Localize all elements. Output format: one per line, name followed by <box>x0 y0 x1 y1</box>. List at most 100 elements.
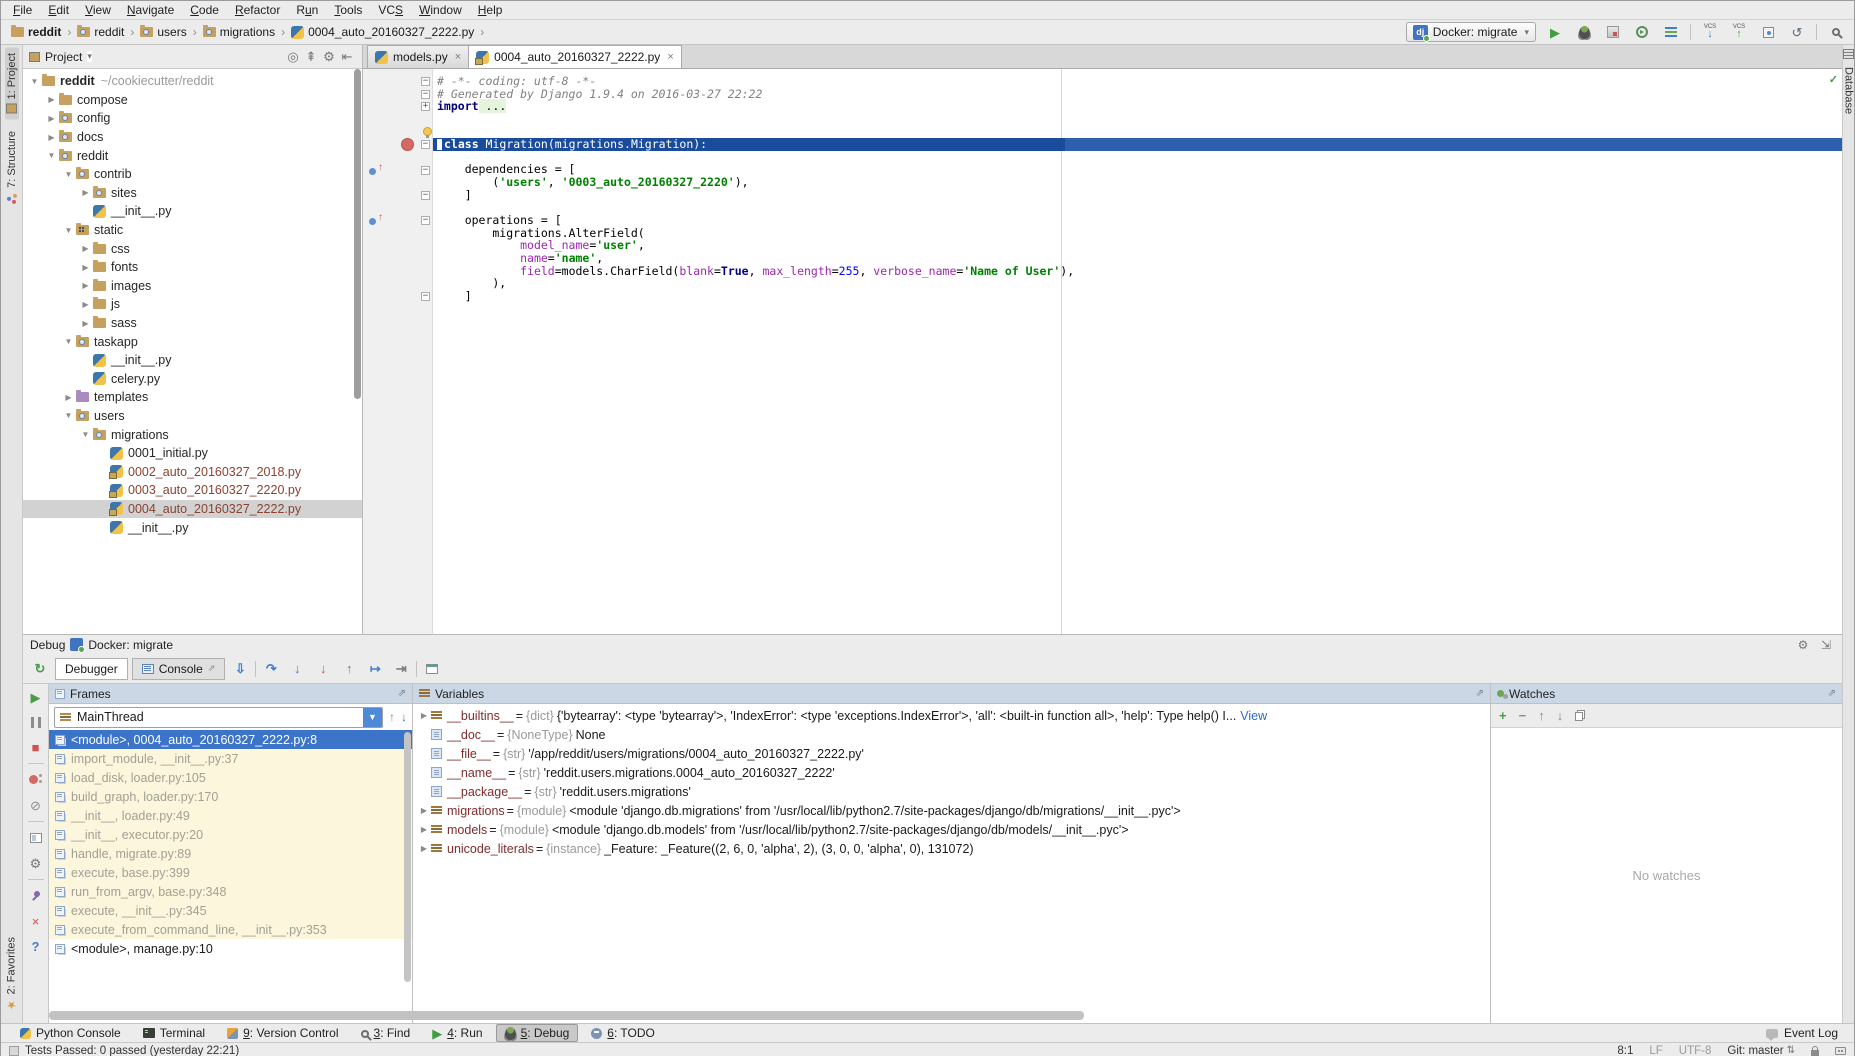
vcs-update-button[interactable]: VCS↓ <box>1700 22 1720 42</box>
menu-edit[interactable]: Edit <box>40 2 77 18</box>
fold-marker-icon[interactable]: − <box>421 140 430 149</box>
variable-row-migrations[interactable]: ▶migrations = {module}<module 'django.db… <box>413 801 1490 820</box>
chevron-down-icon[interactable]: ▼ <box>363 708 382 727</box>
pin-button[interactable] <box>26 887 46 905</box>
git-branch[interactable]: Git: master ⇅ <box>1727 1045 1795 1056</box>
tree-item-0003-auto-20160327-2220-py[interactable]: 0003_auto_20160327_2220.py <box>23 481 362 500</box>
fold-marker-icon[interactable]: − <box>421 166 430 175</box>
tree-item-fonts[interactable]: ▶fonts <box>23 258 362 277</box>
tree-item-init-py[interactable]: __init__.py <box>23 518 362 537</box>
fold-marker-icon[interactable]: − <box>421 77 430 86</box>
project-scrollbar[interactable] <box>354 69 361 399</box>
move-watch-down-button[interactable]: ↓ <box>1557 709 1564 722</box>
view-link[interactable]: View <box>1240 709 1267 723</box>
variable-row-doc[interactable]: __doc__ = {NoneType}None <box>413 725 1490 744</box>
tree-item-users[interactable]: ▼users <box>23 407 362 426</box>
tool-window-button-terminal[interactable]: Terminal <box>134 1024 214 1042</box>
tree-item-celery-py[interactable]: celery.py <box>23 370 362 389</box>
previous-frame-icon[interactable]: ↑ <box>389 710 395 724</box>
code-line[interactable]: field=models.CharField(blank=True, max_l… <box>433 265 1842 278</box>
view-breakpoints-button[interactable] <box>26 771 46 789</box>
tree-item-init-py[interactable]: __init__.py <box>23 202 362 221</box>
variable-row-unicode-literals[interactable]: ▶unicode_literals = {instance}_Feature: … <box>413 839 1490 858</box>
editor-tab-0004-auto-20160327-2222-py[interactable]: 0004_auto_20160327_2222.py× <box>468 45 682 68</box>
stripe-button-2-favorites[interactable]: ★2: Favorites <box>4 931 19 1017</box>
vcs-changes-button[interactable] <box>1758 22 1778 42</box>
float-mode-icon[interactable]: ⇗ <box>1828 688 1836 699</box>
code-line[interactable]: import ... <box>433 100 1842 113</box>
stack-frame-row[interactable]: build_graph, loader.py:170 <box>49 787 412 806</box>
stack-frame-row[interactable]: load_disk, loader.py:105 <box>49 768 412 787</box>
tool-window-button-9-version-control[interactable]: 9: Version Control <box>218 1024 347 1042</box>
tree-item-images[interactable]: ▶images <box>23 277 362 296</box>
tree-item-compose[interactable]: ▶compose <box>23 91 362 110</box>
resume-button[interactable]: ▶ <box>26 688 46 706</box>
frames-scrollbar[interactable] <box>404 732 411 982</box>
float-mode-icon[interactable]: ⇗ <box>398 688 406 699</box>
editor-tab-models-py[interactable]: models.py× <box>367 45 469 68</box>
stripe-button-7-structure[interactable]: 7: Structure <box>5 125 19 212</box>
tree-item-sass[interactable]: ▶sass <box>23 314 362 333</box>
tool-window-button-python-console[interactable]: Python Console <box>11 1024 130 1042</box>
menu-tools[interactable]: Tools <box>326 2 370 18</box>
tool-window-button-3-find[interactable]: 3: Find <box>352 1024 420 1042</box>
stripe-button-database[interactable]: Database <box>1843 49 1855 118</box>
stack-frame-row[interactable]: __init__, executor.py:20 <box>49 825 412 844</box>
hide-panel-button[interactable]: ⇤ <box>338 50 356 64</box>
breadcrumb-item-migrations[interactable]: migrations <box>201 24 277 40</box>
chevron-down-icon[interactable]: ▾ <box>87 51 92 62</box>
run-button[interactable]: ▶ <box>1545 22 1565 42</box>
stack-frame-row[interactable]: <module>, 0004_auto_20160327_2222.py:8 <box>49 730 412 749</box>
fold-marker-icon[interactable]: + <box>421 102 430 111</box>
mute-breakpoints-button[interactable]: ⊘ <box>26 796 46 814</box>
stripe-button-1-project[interactable]: 1: Project <box>5 47 19 119</box>
menu-run[interactable]: Run <box>288 2 326 18</box>
float-mode-icon[interactable]: ⇗ <box>1476 688 1484 699</box>
variable-row-file[interactable]: __file__ = {str}'/app/reddit/users/migra… <box>413 744 1490 763</box>
code-line[interactable] <box>433 113 1842 126</box>
stack-frame-row[interactable]: run_from_argv, base.py:348 <box>49 882 412 901</box>
menu-help[interactable]: Help <box>470 2 511 18</box>
step-over-button[interactable]: ↷ <box>260 658 282 680</box>
settings-button[interactable]: ⚙ <box>26 854 46 872</box>
tree-item-0004-auto-20160327-2222-py[interactable]: 0004_auto_20160327_2222.py <box>23 500 362 519</box>
event-log-button[interactable]: Event Log <box>1760 1025 1844 1041</box>
code-line[interactable]: class Migration(migrations.Migration): <box>433 138 1842 151</box>
stack-frame-row[interactable]: execute, __init__.py:345 <box>49 901 412 920</box>
tree-item-taskapp[interactable]: ▼taskapp <box>23 332 362 351</box>
help-button[interactable]: ? <box>26 937 46 955</box>
tree-item-contrib[interactable]: ▼contrib <box>23 165 362 184</box>
test-status-icon[interactable] <box>9 1046 19 1056</box>
tree-item-migrations[interactable]: ▼migrations <box>23 425 362 444</box>
menu-navigate[interactable]: Navigate <box>119 2 182 18</box>
rerun-button[interactable]: ↻ <box>29 658 51 680</box>
code-line[interactable]: model_name='user', <box>433 239 1842 252</box>
breakpoint-icon[interactable] <box>401 138 414 151</box>
code-line[interactable]: ), <box>433 277 1842 290</box>
caret-position[interactable]: 8:1 <box>1617 1045 1633 1056</box>
code-line[interactable]: ('users', '0003_auto_20160327_2220'), <box>433 176 1842 189</box>
step-out-button[interactable]: ↑ <box>338 658 360 680</box>
tree-item-config[interactable]: ▶config <box>23 109 362 128</box>
variable-row-package[interactable]: __package__ = {str}'reddit.users.migrati… <box>413 782 1490 801</box>
variable-row-builtins[interactable]: ▶__builtins__ = {dict}{'bytearray': <typ… <box>413 706 1490 725</box>
close-button[interactable]: × <box>26 912 46 930</box>
vcs-commit-button[interactable]: VCS↑ <box>1729 22 1749 42</box>
locate-file-button[interactable]: ◎ <box>284 50 302 64</box>
stack-frame-row[interactable]: <module>, manage.py:10 <box>49 939 412 958</box>
concurrency-button[interactable] <box>1661 22 1681 42</box>
breadcrumb-item-users[interactable]: users <box>138 24 188 40</box>
breadcrumb-item-reddit[interactable]: reddit <box>9 24 63 40</box>
line-separator[interactable]: LF <box>1649 1045 1662 1056</box>
project-panel-title[interactable]: Project <box>45 50 82 64</box>
tree-item-0001-initial-py[interactable]: 0001_initial.py <box>23 444 362 463</box>
tree-item-static[interactable]: ▼static <box>23 221 362 240</box>
fold-marker-icon[interactable]: − <box>421 90 430 99</box>
profiler-button[interactable] <box>1632 22 1652 42</box>
menu-file[interactable]: File <box>5 2 40 18</box>
code-line[interactable]: ] <box>433 189 1842 202</box>
settings-icon[interactable]: ⚙ <box>1794 638 1812 652</box>
restore-layout-button[interactable] <box>26 829 46 847</box>
code-line[interactable] <box>433 151 1842 164</box>
tree-item-reddit[interactable]: ▼reddit~/cookiecutter/reddit <box>23 72 362 91</box>
